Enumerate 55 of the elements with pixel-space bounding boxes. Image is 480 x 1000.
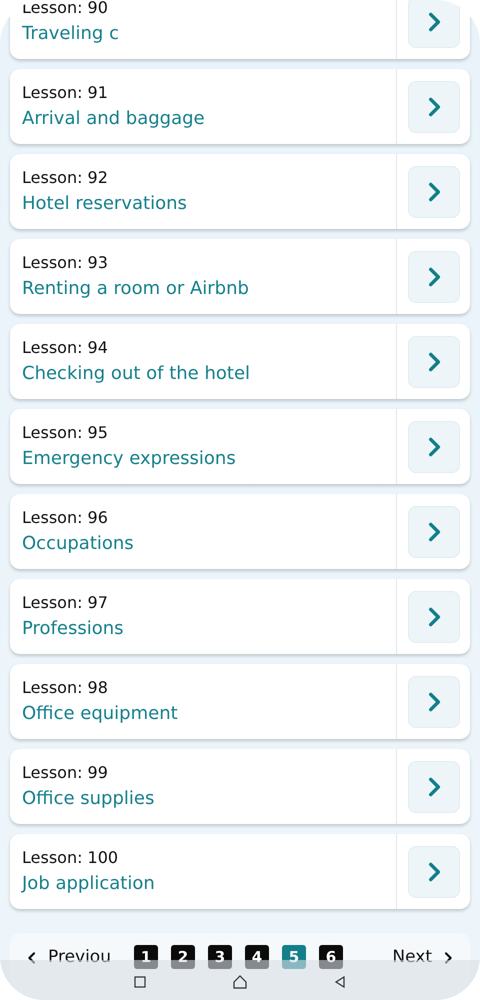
lesson-title: Professions bbox=[22, 616, 125, 640]
lesson-card[interactable]: Lesson: 100 Job application bbox=[10, 834, 470, 909]
lesson-title: Renting a room or Airbnb bbox=[22, 276, 250, 300]
lesson-number: Lesson: 95 bbox=[22, 422, 109, 444]
lesson-number: Lesson: 98 bbox=[22, 676, 109, 698]
lesson-title: Emergency expressions bbox=[22, 446, 237, 470]
lesson-number: Lesson: 91 bbox=[22, 82, 109, 104]
page-button[interactable]: 5 bbox=[282, 945, 306, 969]
lesson-title: Occupations bbox=[22, 532, 135, 556]
open-lesson-button[interactable] bbox=[408, 420, 460, 472]
lesson-number: Lesson: 94 bbox=[22, 336, 109, 358]
page-button[interactable]: 4 bbox=[245, 945, 269, 969]
lesson-card[interactable]: Lesson: 96 Occupations bbox=[10, 494, 470, 569]
open-lesson-button[interactable] bbox=[408, 166, 460, 218]
lesson-card[interactable]: Lesson: 93 Renting a room or Airbnb bbox=[10, 239, 470, 314]
lesson-title: Traveling c bbox=[22, 22, 120, 46]
previous-button[interactable]: Previou bbox=[24, 945, 124, 971]
lesson-title: Job application bbox=[22, 872, 156, 896]
lesson-card[interactable]: Lesson: 97 Professions bbox=[10, 579, 470, 654]
lesson-card[interactable]: Lesson: 98 Office equipment bbox=[10, 664, 470, 739]
open-lesson-button[interactable] bbox=[408, 506, 460, 558]
lesson-card[interactable]: Lesson: 90 Traveling c bbox=[10, 0, 470, 59]
page-button[interactable]: 1 bbox=[134, 945, 158, 969]
page-button[interactable]: 2 bbox=[171, 945, 195, 969]
lesson-number: Lesson: 97 bbox=[22, 592, 109, 614]
lesson-number: Lesson: 93 bbox=[22, 252, 109, 274]
lesson-card[interactable]: Lesson: 95 Emergency expressions bbox=[10, 409, 470, 484]
lesson-number: Lesson: 100 bbox=[22, 846, 120, 868]
lesson-title: Hotel reservations bbox=[22, 192, 188, 216]
lesson-card[interactable]: Lesson: 92 Hotel reservations bbox=[10, 154, 470, 229]
open-lesson-button[interactable] bbox=[408, 336, 460, 388]
open-lesson-button[interactable] bbox=[408, 250, 460, 302]
page-button[interactable]: 3 bbox=[208, 945, 232, 969]
open-lesson-button[interactable] bbox=[408, 760, 460, 812]
lesson-title: Office equipment bbox=[22, 702, 179, 726]
recent-apps-icon[interactable] bbox=[134, 976, 146, 988]
lesson-title: Office supplies bbox=[22, 786, 156, 810]
lesson-title: Arrival and baggage bbox=[22, 106, 206, 130]
lesson-card[interactable]: Lesson: 91 Arrival and baggage bbox=[10, 69, 470, 144]
open-lesson-button[interactable] bbox=[408, 0, 460, 48]
lesson-number: Lesson: 90 bbox=[22, 0, 109, 18]
lesson-card[interactable]: Lesson: 94 Checking out of the hotel bbox=[10, 324, 470, 399]
open-lesson-button[interactable] bbox=[408, 846, 460, 898]
open-lesson-button[interactable] bbox=[408, 80, 460, 132]
lesson-number: Lesson: 92 bbox=[22, 166, 109, 188]
open-lesson-button[interactable] bbox=[408, 590, 460, 642]
lesson-card[interactable]: Lesson: 99 Office supplies bbox=[10, 749, 470, 824]
lesson-title: Checking out of the hotel bbox=[22, 362, 252, 386]
home-icon[interactable] bbox=[232, 975, 247, 989]
next-button[interactable]: Next bbox=[392, 945, 456, 971]
back-icon[interactable] bbox=[334, 976, 346, 988]
lesson-number: Lesson: 99 bbox=[22, 762, 109, 784]
open-lesson-button[interactable] bbox=[408, 676, 460, 728]
page-button[interactable]: 6 bbox=[319, 945, 343, 969]
lesson-number: Lesson: 96 bbox=[22, 506, 109, 528]
